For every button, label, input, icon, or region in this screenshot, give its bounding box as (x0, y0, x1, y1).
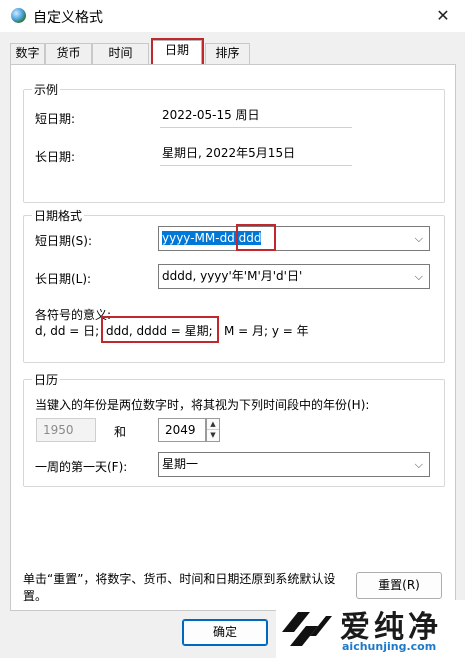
first-day-text: 星期一 (162, 457, 199, 471)
title-bar: 自定义格式 ✕ (0, 0, 465, 32)
chevron-down-icon[interactable]: ⌵ (415, 227, 423, 250)
tab-sort[interactable]: 排序 (205, 43, 250, 64)
short-date-combobox[interactable]: yyyy-MM-dd ddd ⌵ (158, 226, 430, 251)
spin-down-icon[interactable]: ▼ (207, 430, 219, 441)
example-short-value: 2022-05-15 周日 (160, 104, 352, 128)
example-long-label: 长日期: (35, 150, 76, 164)
first-day-label: 一周的第一天(F): (35, 460, 128, 474)
symbols-title: 各符号的意义: (35, 308, 112, 322)
long-date-label: 长日期(L): (35, 272, 92, 286)
symbols-part3: M = 月; y = 年 (224, 324, 309, 338)
tab-currency[interactable]: 货币 (45, 43, 92, 64)
watermark: 爱纯净 aichunjing.com (276, 600, 465, 658)
calendar-group-title: 日历 (32, 371, 61, 388)
chevron-down-icon[interactable]: ⌵ (415, 453, 423, 476)
tab-time[interactable]: 时间 (92, 43, 149, 64)
year-from-field: 1950 (36, 418, 96, 442)
app-globe-icon (11, 8, 26, 23)
date-tab-panel: 示例 短日期: 2022-05-15 周日 长日期: 星期日, 2022年5月1… (10, 64, 456, 611)
spin-up-icon[interactable]: ▲ (207, 419, 219, 430)
reset-button[interactable]: 重置(R) (356, 572, 442, 599)
date-format-group-title: 日期格式 (32, 207, 85, 224)
date-format-group: 日期格式 短日期(S): yyyy-MM-dd ddd ⌵ 长日期(L): dd… (23, 207, 445, 363)
long-date-combobox[interactable]: dddd, yyyy'年'M'月'd'日' ⌵ (158, 264, 430, 289)
year-to-field[interactable]: 2049 (158, 418, 206, 442)
watermark-logo-icon (282, 612, 332, 646)
short-date-label: 短日期(S): (35, 234, 93, 248)
example-group-title: 示例 (32, 81, 61, 98)
tab-number[interactable]: 数字 (10, 43, 45, 64)
first-day-combobox[interactable]: 星期一 ⌵ (158, 452, 430, 477)
tab-strip: 数字 货币 时间 日期 排序 (10, 40, 450, 65)
short-date-text-part1: yyyy-MM-dd (162, 231, 235, 245)
example-group: 示例 短日期: 2022-05-15 周日 长日期: 星期日, 2022年5月1… (23, 81, 445, 203)
ddd-dddd-highlight (101, 316, 219, 343)
watermark-url: aichunjing.com (342, 640, 437, 653)
year-to-spinner[interactable]: ▲ ▼ (206, 418, 220, 442)
ddd-highlight (236, 224, 276, 251)
close-button[interactable]: ✕ (431, 4, 455, 28)
chevron-down-icon[interactable]: ⌵ (415, 265, 423, 288)
symbols-part1: d, dd = 日; (35, 324, 100, 338)
ok-button[interactable]: 确定 (182, 619, 268, 646)
example-long-value: 星期日, 2022年5月15日 (160, 142, 352, 166)
example-short-label: 短日期: (35, 112, 76, 126)
and-label: 和 (114, 425, 127, 439)
window-title: 自定义格式 (33, 10, 103, 26)
calendar-group: 日历 当键入的年份是两位数字时，将其视为下列时间段中的年份(H): 1950 和… (23, 371, 445, 487)
two-digit-year-text: 当键入的年份是两位数字时，将其视为下列时间段中的年份(H): (35, 398, 370, 412)
long-date-text: dddd, yyyy'年'M'月'd'日' (162, 269, 303, 283)
